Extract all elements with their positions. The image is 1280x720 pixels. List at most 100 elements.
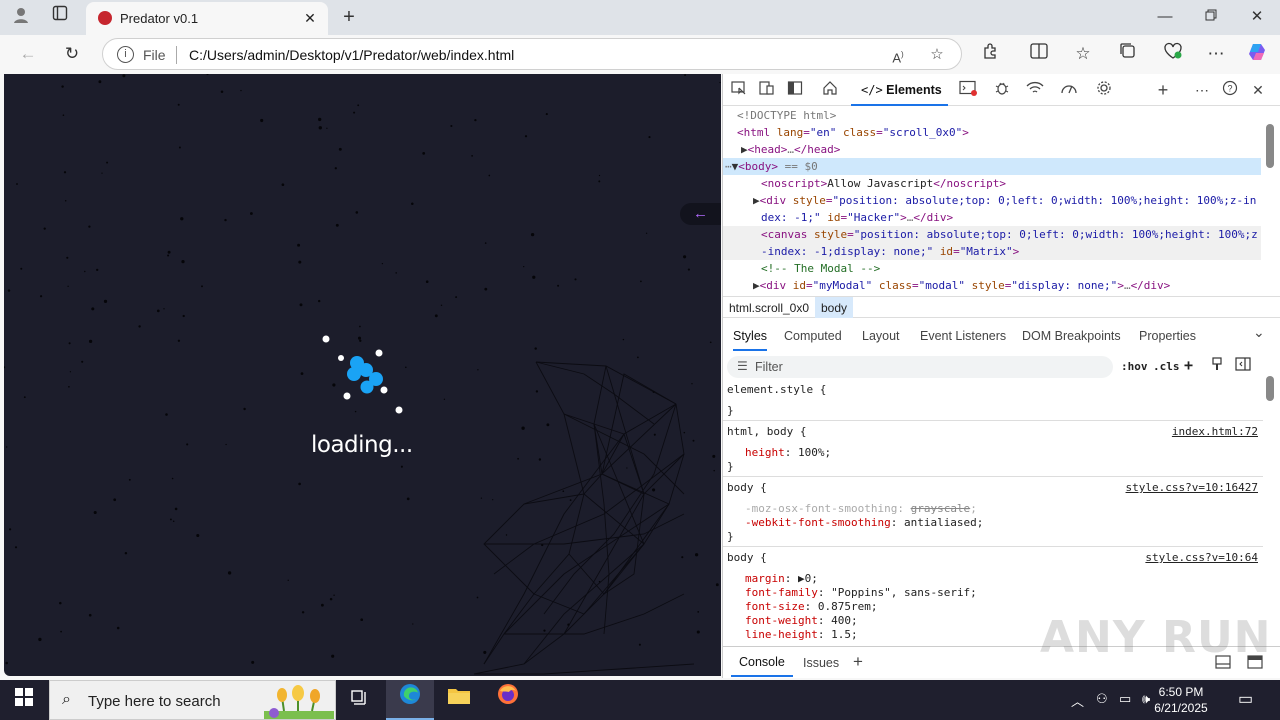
firefox-icon[interactable] (484, 680, 532, 720)
style-declaration-overridden[interactable]: -moz-osx-font-smoothing: grayscale; (745, 502, 977, 515)
device-icon[interactable]: ⚇ (1096, 691, 1108, 707)
task-view-icon[interactable] (336, 680, 384, 720)
more-options-icon[interactable]: ⋯ (1202, 42, 1230, 66)
profile-icon[interactable] (8, 5, 34, 29)
network-wifi-icon[interactable] (1024, 80, 1046, 100)
tab-issues[interactable]: Issues (803, 656, 839, 670)
head-node[interactable]: ▶<head>…</head> (741, 143, 840, 156)
style-declaration[interactable]: height: 100%; (745, 446, 831, 459)
collapsed-ellipsis[interactable]: … (1124, 279, 1131, 292)
cls-toggle[interactable]: .cls (1153, 360, 1180, 373)
restore-icon[interactable] (1198, 5, 1224, 29)
address-bar[interactable]: i File C:/Users/admin/Desktop/v1/Predato… (102, 38, 962, 70)
html-node[interactable]: <html lang="en" class="scroll_0x0"> (737, 126, 969, 139)
rule-element-style-selector[interactable]: element.style { (727, 383, 826, 396)
devtools-menu-icon[interactable]: ⋯ (1191, 80, 1213, 100)
modal-div-node[interactable]: ▶<div id="myModal" class="modal" style="… (753, 279, 1170, 292)
copilot-icon[interactable] (1243, 42, 1271, 66)
style-declaration[interactable]: margin: ▶0; (745, 572, 818, 585)
doctype-line[interactable]: <!DOCTYPE html> (737, 109, 836, 122)
hov-toggle[interactable]: :hov (1121, 360, 1148, 373)
refresh-icon[interactable]: ↻ (58, 42, 86, 66)
breadcrumb-html[interactable]: html.scroll_0x0 (729, 301, 809, 315)
notifications-icon[interactable]: ▭ (1238, 689, 1253, 709)
hacker-div-node-cont[interactable]: dex: -1;" id="Hacker">…</div> (761, 211, 953, 224)
rule-source-link[interactable]: style.css?v=10:16427 (1126, 481, 1258, 494)
paint-brush-icon[interactable] (1211, 357, 1223, 374)
expand-triangle-icon[interactable]: ▶ (753, 194, 760, 207)
expand-triangle-icon[interactable]: ▶ (798, 572, 805, 585)
extensions-icon[interactable] (977, 42, 1005, 66)
style-declaration[interactable]: font-weight: 400; (745, 614, 858, 627)
toggle-sidebar-icon[interactable] (1235, 357, 1251, 374)
hacker-div-node[interactable]: ▶<div style="position: absolute;top: 0;l… (753, 194, 1256, 207)
add-drawer-tab-icon[interactable]: + (853, 652, 863, 672)
browser-essentials-icon[interactable] (1159, 42, 1187, 66)
tab-console[interactable]: Console (731, 647, 793, 677)
matrix-canvas-node[interactable]: <canvas style="position: absolute;top: 0… (761, 228, 1258, 241)
style-declaration[interactable]: -webkit-font-smoothing: antialiased; (745, 516, 983, 529)
file-explorer-icon[interactable] (435, 680, 483, 720)
tab-properties[interactable]: Properties (1139, 329, 1196, 343)
style-declaration[interactable]: font-size: 0.875rem; (745, 600, 877, 613)
read-aloud-icon[interactable]: A) (887, 44, 909, 66)
filter-input[interactable]: ☰ Filter (727, 356, 1113, 378)
split-screen-icon[interactable] (1025, 42, 1053, 66)
back-icon[interactable]: ← (14, 42, 42, 66)
close-devtools-icon[interactable]: ✕ (1247, 80, 1269, 100)
tab-computed[interactable]: Computed (784, 329, 842, 343)
minimize-icon[interactable]: — (1152, 5, 1178, 29)
new-style-rule-icon[interactable]: + (1184, 356, 1193, 374)
info-icon[interactable]: i (117, 46, 134, 63)
collapsed-ellipsis[interactable]: … (787, 143, 794, 156)
edge-taskbar-icon[interactable] (386, 680, 434, 720)
console-icon[interactable] (957, 80, 979, 100)
rule-source-link[interactable]: style.css?v=10:64 (1145, 551, 1258, 564)
chevron-down-icon[interactable]: ⌄ (1253, 324, 1265, 341)
collections-icon[interactable] (1114, 42, 1142, 66)
noscript-node[interactable]: <noscript>Allow Javascript</noscript> (761, 177, 1006, 190)
dock-side-icon[interactable] (784, 80, 806, 100)
tab-styles[interactable]: Styles (733, 329, 768, 351)
tab-actions-icon[interactable] (47, 5, 73, 29)
styles-scrollbar[interactable] (1266, 376, 1274, 401)
modal-comment[interactable]: <!-- The Modal --> (761, 262, 880, 275)
expand-triangle-icon[interactable]: ▶ (753, 279, 760, 292)
node-actions-dots[interactable]: ⋯ (725, 160, 732, 173)
favorites-icon[interactable]: ☆ (1069, 42, 1097, 66)
device-emulation-icon[interactable] (756, 80, 778, 100)
matrix-canvas-node-cont[interactable]: -index: -1;display: none;" id="Matrix"> (761, 245, 1019, 258)
inspect-element-icon[interactable] (728, 80, 750, 100)
body-node[interactable]: ⋯▼<body> == $0 (725, 160, 818, 173)
style-declaration[interactable]: line-height: 1.5; (745, 628, 858, 641)
expand-triangle-icon[interactable]: ▶ (741, 143, 748, 156)
dom-scrollbar[interactable] (1266, 124, 1274, 168)
welcome-home-icon[interactable] (819, 80, 841, 100)
tab-event-listeners[interactable]: Event Listeners (920, 329, 1006, 343)
taskbar-search-box[interactable]: ⌕ Type here to search (49, 680, 336, 720)
browser-tab[interactable]: Predator v0.1 ✕ (86, 2, 328, 35)
back-arrow-button[interactable]: ← (680, 203, 721, 225)
rule-html-body-selector[interactable]: html, body { (727, 425, 806, 438)
show-hidden-icons-chevron-icon[interactable]: ︿ (1071, 691, 1084, 710)
close-window-icon[interactable]: ✕ (1244, 5, 1270, 29)
url-text[interactable]: C:/Users/admin/Desktop/v1/Predator/web/i… (189, 47, 514, 63)
more-tools-plus-icon[interactable]: + (1152, 80, 1174, 100)
windows-start-icon[interactable] (0, 680, 48, 720)
sources-bug-icon[interactable] (991, 80, 1013, 100)
style-declaration[interactable]: font-family: "Poppins", sans-serif; (745, 586, 977, 599)
favorite-star-icon[interactable]: ☆ (926, 44, 948, 66)
tab-layout[interactable]: Layout (862, 329, 900, 343)
breadcrumb-body[interactable]: body (815, 297, 854, 318)
settings-gear-icon[interactable] (1093, 80, 1115, 100)
performance-icon[interactable] (1058, 80, 1080, 100)
network-icon[interactable]: ▭ (1119, 691, 1131, 707)
rule-source-link[interactable]: index.html:72 (1172, 425, 1258, 438)
rule-body-selector[interactable]: body { (727, 481, 767, 494)
rule-body-selector[interactable]: body { (727, 551, 767, 564)
tab-elements[interactable]: </> Elements (851, 74, 948, 106)
close-tab-icon[interactable]: ✕ (300, 8, 320, 28)
tab-dom-breakpoints[interactable]: DOM Breakpoints (1022, 329, 1121, 343)
system-clock[interactable]: 6:50 PM 6/21/2025 (1138, 684, 1224, 716)
help-icon[interactable]: ? (1219, 80, 1241, 100)
